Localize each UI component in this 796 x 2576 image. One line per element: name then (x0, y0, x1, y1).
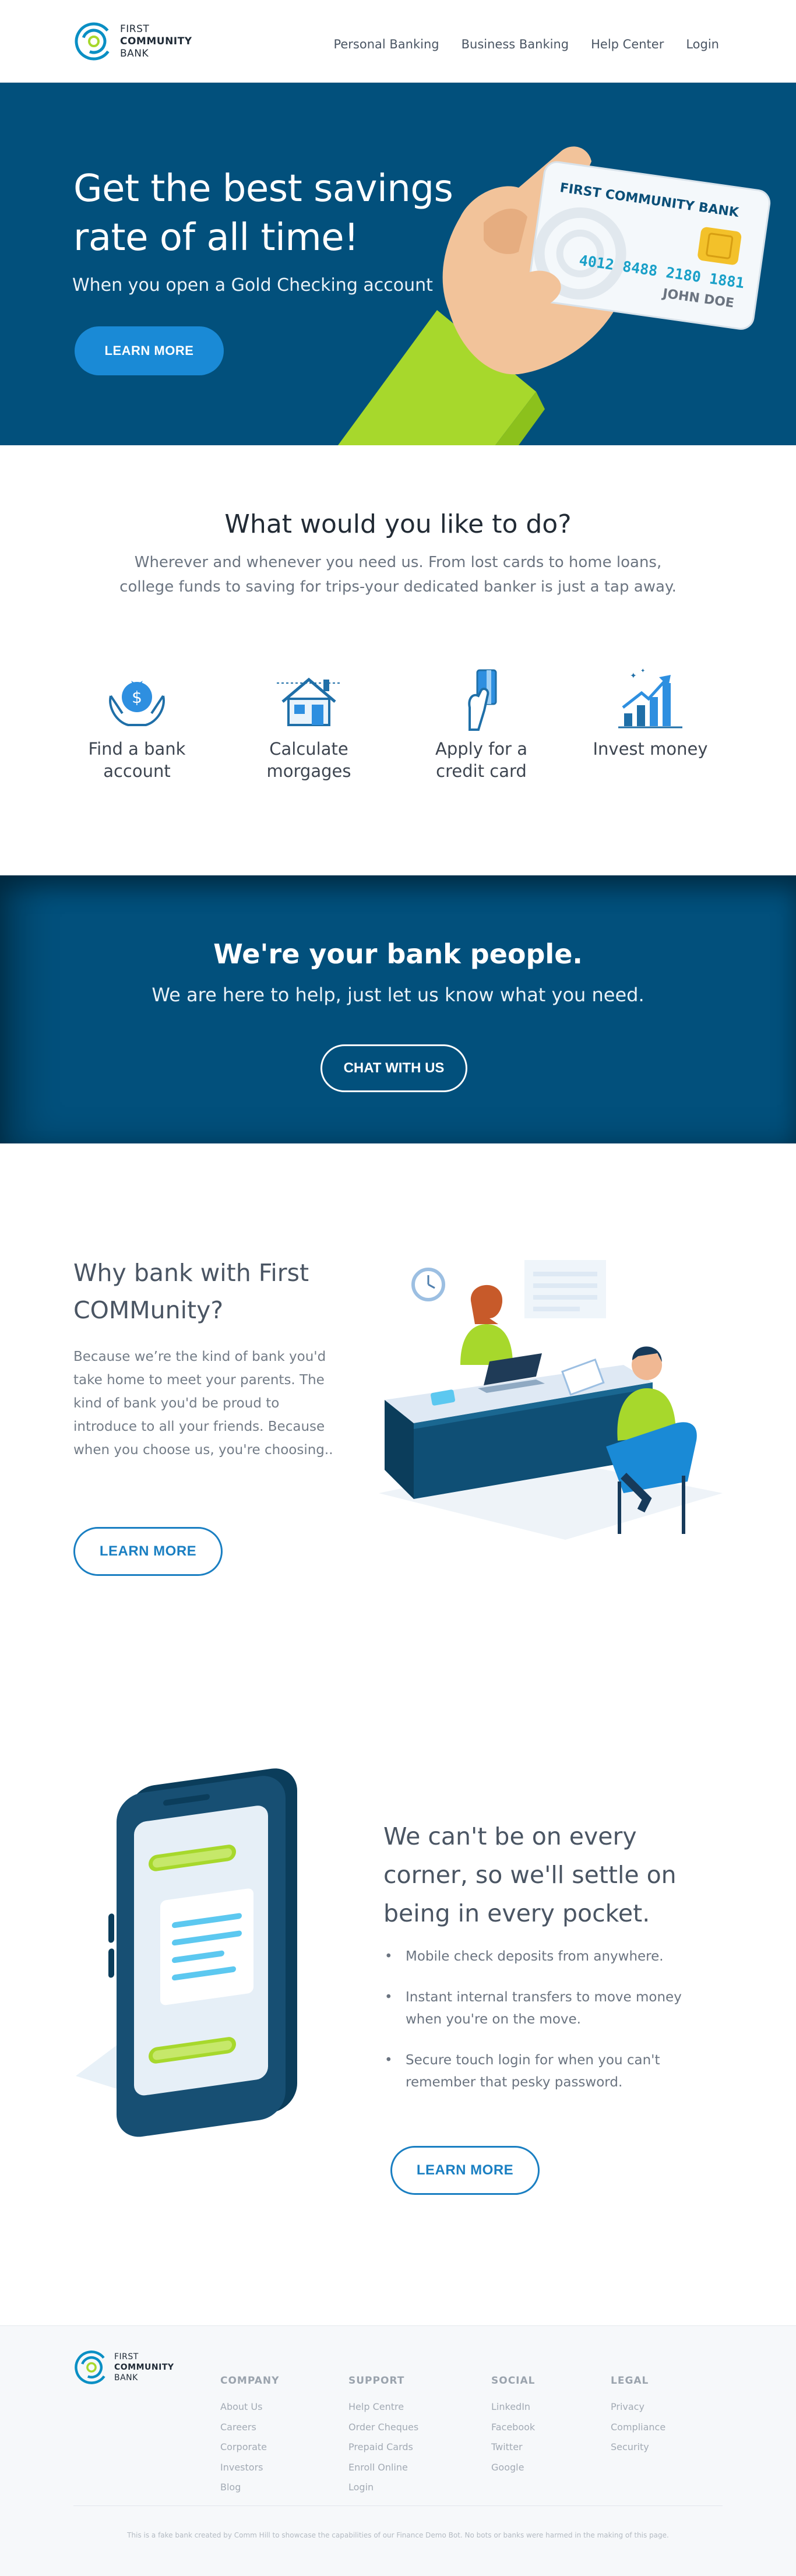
growth-chart-icon: ✦ ✦ (618, 668, 682, 729)
site-footer: FIRST COMMUNITY BANK COMPANY About Us Ca… (0, 2325, 796, 2576)
people-subtitle: We are here to help, just let us know wh… (152, 984, 644, 1006)
logo-line-1: FIRST (120, 23, 150, 35)
footer-divider (73, 2505, 723, 2506)
option-label: Find a bank account (88, 739, 186, 781)
hand-card-icon (468, 669, 497, 731)
people-title: We're your bank people. (213, 938, 583, 970)
footer-link[interactable]: Compliance (611, 2417, 665, 2438)
footer-column-company: COMPANY About Us Careers Corporate Inves… (220, 2375, 279, 2498)
top-navigation: FIRST COMMUNITY BANK Personal Banking Bu… (0, 0, 796, 83)
footer-link[interactable]: Order Cheques (348, 2417, 418, 2438)
logo-line-2: COMMUNITY (120, 35, 192, 47)
feature-list: Mobile check deposits from anywhere. Ins… (383, 1945, 716, 2112)
option-invest-money[interactable]: ✦ ✦ Invest money (586, 667, 714, 760)
logo-rings-icon (75, 22, 113, 61)
logo-rings-icon (75, 2350, 108, 2384)
footer-link[interactable]: Corporate (220, 2437, 279, 2458)
logo-line-3: BANK (120, 47, 149, 59)
svg-text:✦: ✦ (640, 668, 645, 674)
option-calculate-mortgages[interactable]: Calculate morgages (245, 667, 373, 782)
nav-help-center[interactable]: Help Center (591, 37, 664, 51)
money-bag-hands-icon: $ (109, 681, 165, 726)
footer-column-legal: LEGAL Privacy Compliance Security (611, 2375, 665, 2458)
logo-line-3: BANK (114, 2373, 138, 2383)
footer-column-support: SUPPORT Help Centre Order Cheques Prepai… (348, 2375, 418, 2498)
mobile-section: We can't be on every corner, so we'll se… (0, 1732, 796, 2325)
footer-link[interactable]: Blog (220, 2478, 279, 2498)
footer-link[interactable]: Twitter (491, 2437, 536, 2458)
footer-heading: SOCIAL (491, 2375, 536, 2387)
bank-people-banner: We're your bank people. We are here to h… (0, 875, 796, 1143)
svg-text:$: $ (132, 688, 142, 707)
footer-link[interactable]: Prepaid Cards (348, 2437, 418, 2458)
options-section: What would you like to do? Wherever and … (0, 445, 796, 875)
option-apply-credit-card[interactable]: Apply for a credit card (417, 667, 545, 782)
footer-heading: COMPANY (220, 2375, 280, 2387)
logo-line-2: COMMUNITY (114, 2363, 174, 2372)
svg-text:✦: ✦ (630, 671, 637, 681)
hand-holding-card-illustration: FIRST COMMUNITY BANK 4012 8488 2180 1881… (338, 146, 771, 445)
footer-logo[interactable]: FIRST COMMUNITY BANK (73, 2349, 174, 2385)
footer-heading: LEGAL (611, 2375, 649, 2387)
footer-disclaimer: This is a fake bank created by Comm Hill… (127, 2531, 669, 2539)
feature-item: Instant internal transfers to move money… (383, 1986, 716, 2030)
footer-link[interactable]: LinkedIn (491, 2397, 536, 2417)
footer-link[interactable]: Google (491, 2458, 536, 2478)
nav-links: Personal Banking Business Banking Help C… (333, 37, 719, 51)
options-title: What would you like to do? (224, 509, 572, 539)
pocket-learn-more-button[interactable]: LEARN MORE (390, 2146, 540, 2195)
footer-link[interactable]: Login (348, 2478, 418, 2498)
footer-link[interactable]: Security (611, 2437, 665, 2458)
footer-link[interactable]: Enroll Online (348, 2458, 418, 2478)
option-label: Invest money (593, 739, 708, 759)
why-learn-more-button[interactable]: LEARN MORE (73, 1527, 223, 1576)
option-find-account[interactable]: $ Find a bank account (73, 667, 201, 782)
option-label: Apply for a credit card (435, 739, 527, 781)
pocket-title: We can't be on every corner, so we'll se… (383, 1822, 677, 1927)
nav-business-banking[interactable]: Business Banking (462, 37, 569, 51)
hero-banner: Get the best savings rate of all time! W… (0, 83, 796, 445)
banner-shadow (0, 875, 796, 1143)
hero-learn-more-button[interactable]: LEARN MORE (75, 326, 224, 375)
options-lead: Wherever and whenever you need us. From … (119, 554, 677, 596)
footer-link[interactable]: Facebook (491, 2417, 536, 2438)
nav-personal-banking[interactable]: Personal Banking (333, 37, 439, 51)
logo-line-1: FIRST (114, 2352, 139, 2362)
bank-teller-illustration (379, 1260, 723, 1540)
footer-link[interactable]: Privacy (611, 2397, 665, 2417)
chat-with-us-button[interactable]: CHAT WITH US (320, 1044, 467, 1092)
feature-item: Secure touch login for when you can't re… (383, 2049, 716, 2093)
why-body: Because we’re the kind of bank you'd tak… (73, 1349, 333, 1458)
footer-link[interactable]: Investors (220, 2458, 279, 2478)
footer-heading: SUPPORT (348, 2375, 405, 2387)
logo-wordmark: FIRST COMMUNITY BANK (120, 23, 192, 60)
footer-column-social: SOCIAL LinkedIn Facebook Twitter Google (491, 2375, 536, 2478)
footer-link[interactable]: Careers (220, 2417, 279, 2438)
bank-logo[interactable]: FIRST COMMUNITY BANK (73, 21, 192, 62)
option-label: Calculate morgages (266, 739, 351, 781)
nav-login[interactable]: Login (686, 37, 719, 51)
logo-wordmark: FIRST COMMUNITY BANK (114, 2352, 174, 2383)
phone-illustration (76, 1768, 297, 2137)
footer-link[interactable]: About Us (220, 2397, 279, 2417)
house-icon (277, 677, 341, 726)
why-bank-section: Why bank with First COMMunity? Because w… (0, 1143, 796, 1732)
footer-link[interactable]: Help Centre (348, 2397, 418, 2417)
why-title: Why bank with First COMMunity? (73, 1259, 309, 1324)
feature-item: Mobile check deposits from anywhere. (383, 1945, 716, 1968)
